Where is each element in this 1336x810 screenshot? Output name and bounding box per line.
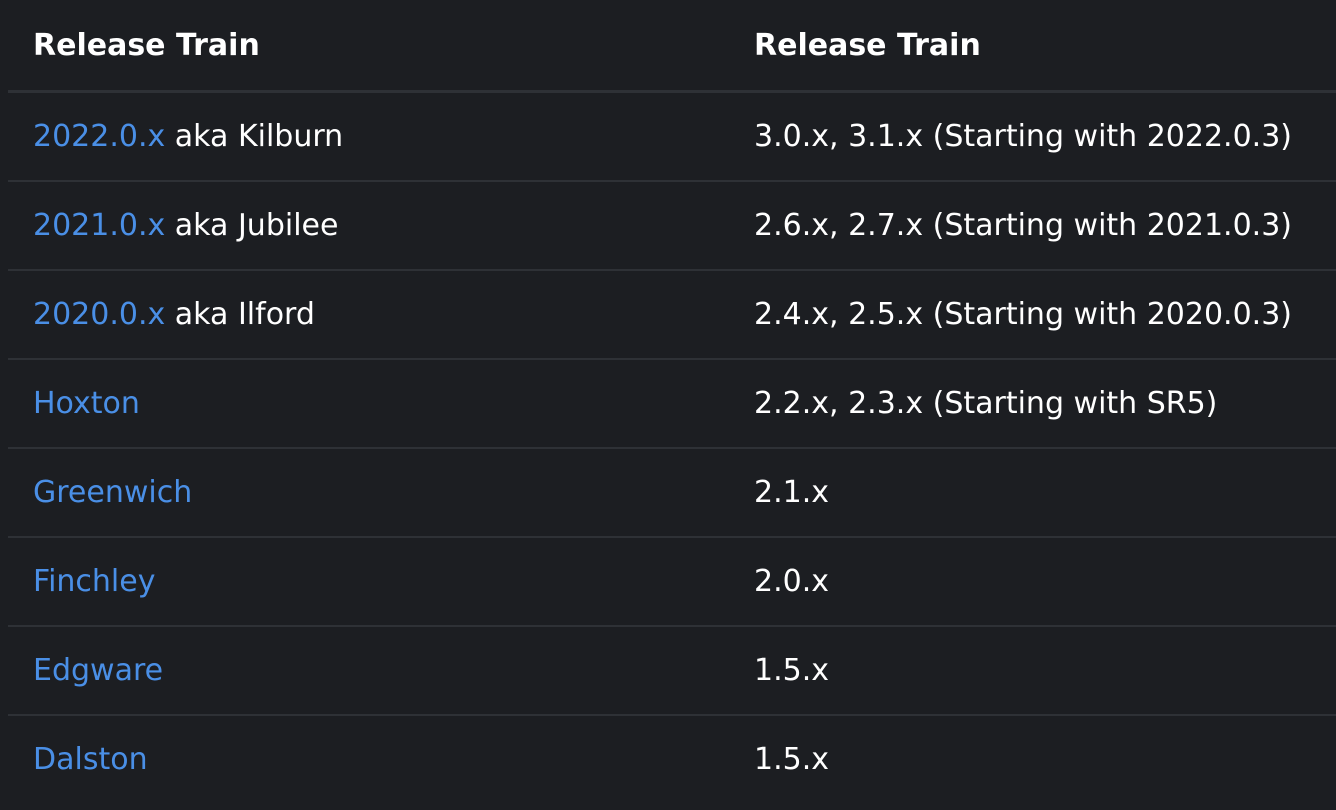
- release-train-cell: Greenwich: [8, 448, 754, 538]
- release-train-link[interactable]: Finchley: [33, 564, 155, 599]
- release-train-link[interactable]: Hoxton: [33, 386, 140, 421]
- header-cell-1: Release Train: [8, 0, 754, 93]
- release-train-cell: 2022.0.x aka Kilburn: [8, 91, 754, 182]
- release-train-suffix: aka Ilford: [165, 297, 315, 332]
- release-train-cell: 2021.0.x aka Jubilee: [8, 181, 754, 271]
- release-train-suffix: aka Jubilee: [165, 208, 339, 243]
- version-cell: 3.0.x, 3.1.x (Starting with 2022.0.3): [754, 91, 1336, 182]
- version-cell: 2.0.x: [754, 537, 1336, 627]
- release-train-link[interactable]: 2021.0.x: [33, 208, 165, 243]
- release-train-cell: Edgware: [8, 626, 754, 716]
- version-cell: 2.6.x, 2.7.x (Starting with 2021.0.3): [754, 181, 1336, 271]
- table-row: Finchley 2.0.x: [8, 537, 1336, 627]
- release-train-table: Release Train Release Train 2022.0.x aka…: [8, 0, 1336, 803]
- table-row: Dalston 1.5.x: [8, 715, 1336, 803]
- table-row: 2022.0.x aka Kilburn 3.0.x, 3.1.x (Start…: [8, 91, 1336, 182]
- release-train-suffix: aka Kilburn: [165, 119, 344, 154]
- header-cell-2: Release Train: [754, 0, 1336, 93]
- version-cell: 1.5.x: [754, 626, 1336, 716]
- table-row: Edgware 1.5.x: [8, 626, 1336, 716]
- release-train-link[interactable]: 2022.0.x: [33, 119, 165, 154]
- release-train-link[interactable]: Edgware: [33, 653, 163, 688]
- table-row: Greenwich 2.1.x: [8, 448, 1336, 538]
- release-train-link[interactable]: Greenwich: [33, 475, 192, 510]
- table-row: Hoxton 2.2.x, 2.3.x (Starting with SR5): [8, 359, 1336, 449]
- table-row: 2020.0.x aka Ilford 2.4.x, 2.5.x (Starti…: [8, 270, 1336, 360]
- version-cell: 1.5.x: [754, 742, 829, 777]
- release-train-cell: Hoxton: [8, 359, 754, 449]
- table-row: 2021.0.x aka Jubilee 2.6.x, 2.7.x (Start…: [8, 181, 1336, 271]
- release-train-link[interactable]: 2020.0.x: [33, 297, 165, 332]
- release-train-link[interactable]: Dalston: [33, 742, 148, 777]
- release-train-cell: 2020.0.x aka Ilford: [8, 270, 754, 360]
- release-train-cell: Finchley: [8, 537, 754, 627]
- release-train-cell: Dalston: [8, 715, 754, 803]
- version-cell: 2.1.x: [754, 448, 1336, 538]
- table-header-row: Release Train Release Train: [8, 0, 1336, 93]
- version-cell: 2.4.x, 2.5.x (Starting with 2020.0.3): [754, 270, 1336, 360]
- version-cell: 2.2.x, 2.3.x (Starting with SR5): [754, 359, 1336, 449]
